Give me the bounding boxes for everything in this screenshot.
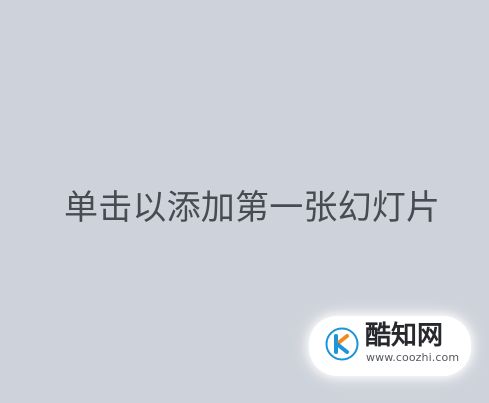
watermark-url: www.coozhi.com: [366, 351, 460, 364]
coozhi-logo-icon: [325, 327, 359, 361]
placeholder-text: 单击以添加第一张幻灯片: [64, 188, 441, 228]
add-first-slide-placeholder[interactable]: 单击以添加第一张幻灯片: [64, 184, 444, 234]
slide-canvas[interactable]: 单击以添加第一张幻灯片 酷知网 www.coozhi.com: [0, 0, 489, 403]
site-watermark: 酷知网 www.coozhi.com: [309, 316, 471, 376]
watermark-brand: 酷知网: [365, 321, 444, 351]
